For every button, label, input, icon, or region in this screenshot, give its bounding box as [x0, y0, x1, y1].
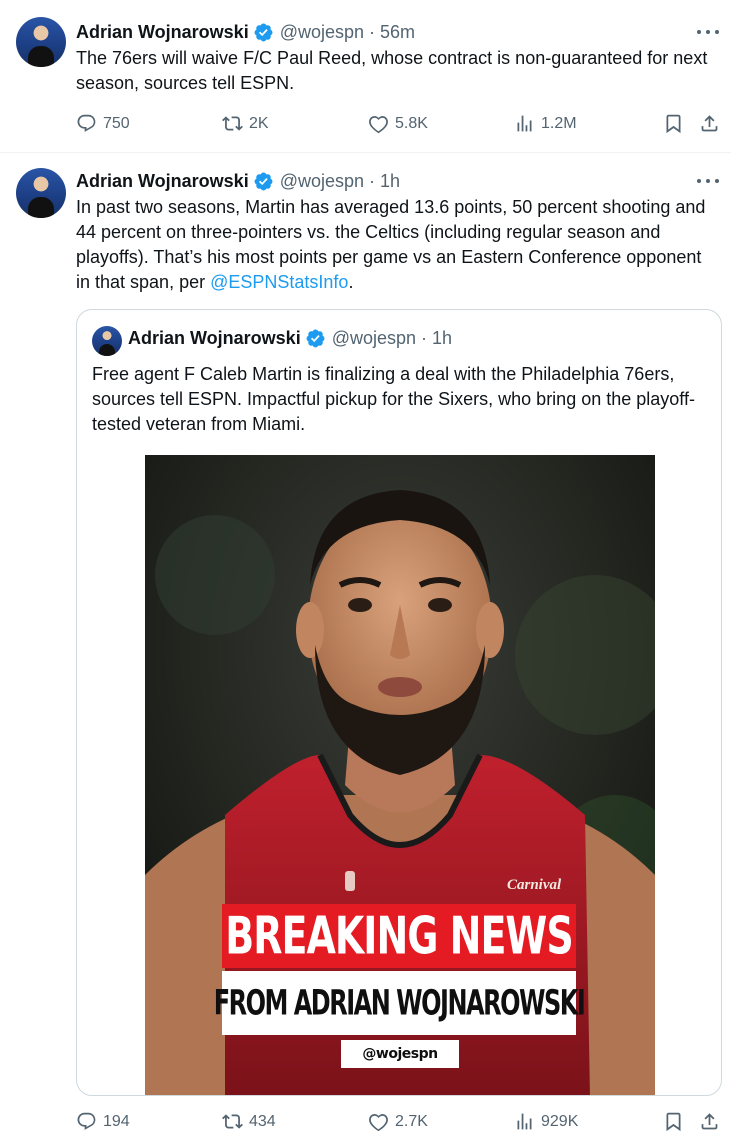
separator: ·	[421, 327, 428, 348]
reply-count: 194	[103, 1112, 130, 1130]
share-icon	[701, 115, 718, 132]
share-icon	[701, 1113, 718, 1130]
reply-button[interactable]: 750	[76, 113, 130, 134]
jordan-logo-icon	[345, 871, 355, 891]
jersey-logo: Carnival	[507, 877, 562, 893]
quoted-tweet-text: Free agent F Caleb Martin is finalizing …	[92, 364, 695, 434]
avatar[interactable]	[16, 17, 66, 67]
tweet-text-body: In past two seasons, Martin has averaged…	[76, 197, 706, 292]
bookmark-icon	[666, 1112, 681, 1131]
views-icon	[517, 115, 532, 132]
tweet-header: Adrian Wojnarowski @wojespn · 1h	[76, 169, 400, 193]
bookmark-icon	[666, 114, 681, 134]
like-count: 2.7K	[395, 1112, 428, 1130]
repost-icon	[222, 116, 243, 131]
quoted-tweet-header: Adrian Wojnarowski @wojespn · 1h	[128, 326, 452, 350]
views-icon	[517, 1113, 532, 1130]
views-count: 1.2M	[541, 114, 577, 132]
reply-icon	[77, 1112, 96, 1130]
breaking-news-subbanner: FROM ADRIAN WOJNAROWSKI	[214, 971, 586, 1035]
verified-badge-icon	[306, 329, 325, 347]
breaking-news-tag: @wojespn	[341, 1040, 459, 1068]
quoted-tweet-image[interactable]: Carnival BREAKING NEWS FROM ADRIAN WOJNA…	[145, 455, 655, 1095]
avatar[interactable]	[16, 168, 66, 218]
author-name[interactable]: Adrian Wojnarowski	[76, 22, 249, 43]
share-button[interactable]	[699, 113, 720, 139]
verified-badge-icon	[254, 23, 273, 41]
views-button[interactable]: 1.2M	[514, 113, 577, 134]
tweet[interactable]: Adrian Wojnarowski @wojespn · 1h In past…	[0, 153, 731, 1131]
verified-badge-icon	[254, 172, 273, 190]
bookmark-button[interactable]	[663, 113, 684, 139]
like-icon	[369, 116, 388, 134]
repost-button[interactable]: 434	[222, 1111, 276, 1131]
more-icon[interactable]	[697, 171, 719, 191]
separator: ·	[369, 170, 376, 191]
repost-count: 2K	[249, 114, 269, 132]
mention-link[interactable]: @ESPNStatsInfo	[210, 272, 348, 292]
like-icon	[369, 1114, 388, 1131]
author-handle[interactable]: @wojespn	[280, 171, 364, 192]
share-button[interactable]	[699, 1111, 720, 1131]
quoted-timestamp[interactable]: 1h	[432, 328, 452, 349]
quoted-author-name[interactable]: Adrian Wojnarowski	[128, 328, 301, 349]
timestamp[interactable]: 56m	[380, 22, 415, 43]
action-bar: 194 434 2.7K 929K	[76, 1111, 722, 1131]
author-name[interactable]: Adrian Wojnarowski	[76, 171, 249, 192]
tweet[interactable]: Adrian Wojnarowski @wojespn · 56m The 76…	[0, 0, 731, 153]
breaking-news-subheadline: FROM ADRIAN WOJNAROWSKI	[213, 982, 586, 1024]
like-button[interactable]: 5.8K	[368, 113, 428, 134]
breaking-news-tag-text: @wojespn	[362, 1046, 438, 1062]
reply-count: 750	[103, 114, 130, 132]
tweet-text: In past two seasons, Martin has averaged…	[76, 195, 716, 295]
more-icon[interactable]	[697, 22, 719, 42]
views-count: 929K	[541, 1112, 579, 1130]
tweet-text: The 76ers will waive F/C Paul Reed, whos…	[76, 48, 708, 93]
quoted-tweet[interactable]: Adrian Wojnarowski @wojespn · 1h Free ag…	[76, 309, 722, 1096]
repost-icon	[222, 1114, 243, 1129]
repost-count: 434	[249, 1112, 276, 1130]
like-button[interactable]: 2.7K	[368, 1111, 428, 1131]
reply-icon	[77, 114, 96, 132]
timestamp[interactable]: 1h	[380, 171, 400, 192]
like-count: 5.8K	[395, 114, 428, 132]
author-handle[interactable]: @wojespn	[280, 22, 364, 43]
quoted-avatar[interactable]	[92, 326, 122, 356]
quoted-author-handle[interactable]: @wojespn	[332, 328, 416, 349]
breaking-news-headline: BREAKING NEWS	[225, 906, 573, 966]
bookmark-button[interactable]	[663, 1111, 684, 1131]
reply-button[interactable]: 194	[76, 1111, 130, 1131]
repost-button[interactable]: 2K	[222, 113, 269, 134]
breaking-news-banner: BREAKING NEWS	[222, 904, 576, 968]
separator: ·	[369, 21, 376, 42]
views-button[interactable]: 929K	[514, 1111, 578, 1131]
tweet-header: Adrian Wojnarowski @wojespn · 56m	[76, 20, 415, 44]
tweet-text-end: .	[348, 272, 354, 292]
action-bar: 750 2K 5.8K 1.2M	[76, 113, 722, 137]
